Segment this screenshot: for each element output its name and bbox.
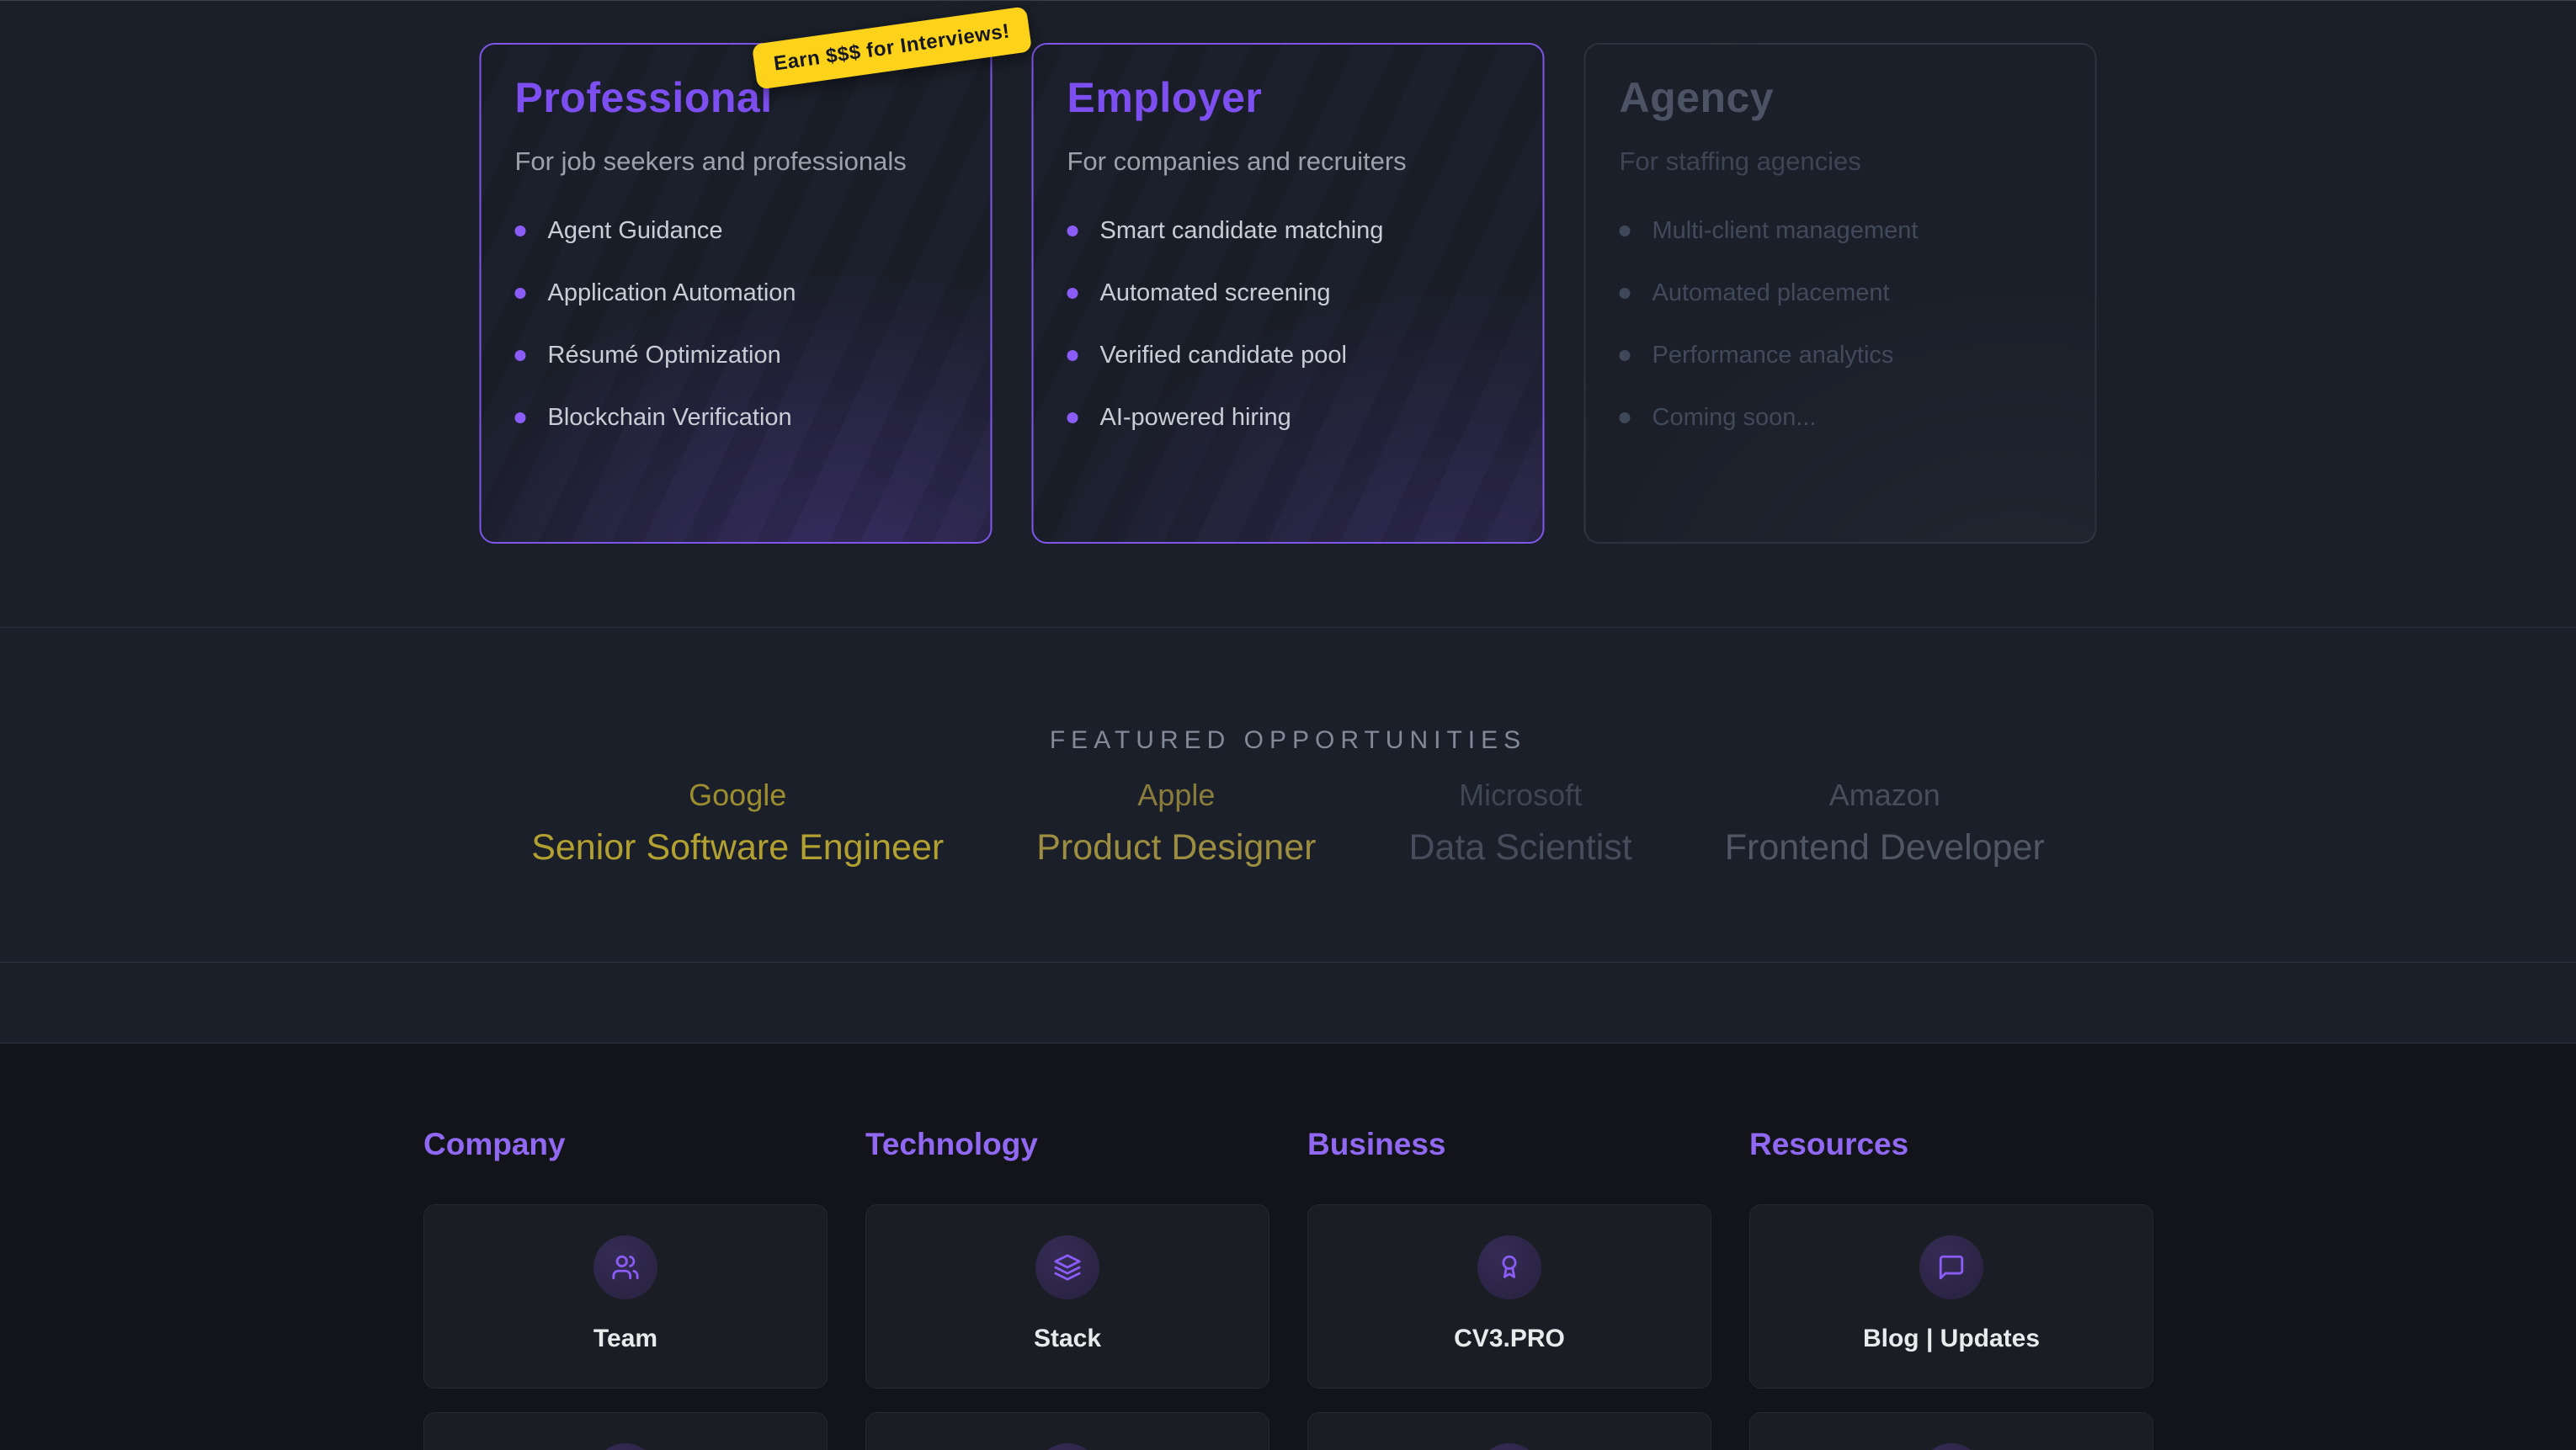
bullet-icon [515,412,526,423]
footer-card-hidden[interactable] [1307,1412,1711,1450]
feature-list: Multi-client management Automated placem… [1620,199,2062,449]
feature-text: Automated placement [1653,279,1890,307]
section-divider [0,627,2576,628]
footer-card-label: CV3.PRO [1454,1325,1565,1353]
footer-card-blog[interactable]: Blog | Updates [1749,1204,2153,1389]
hidden-icon [1035,1443,1099,1450]
bullet-icon [1067,412,1078,423]
featured-heading: FEATURED OPPORTUNITIES [0,725,2576,756]
award-icon [1477,1235,1541,1299]
job-title: Product Designer [1036,824,1316,871]
bullet-icon [515,226,526,236]
job-title: Senior Software Engineer [531,824,944,871]
footer-column-business: Business CV3.PRO [1307,1126,1711,1450]
pricing-cards-row: Professional For job seekers and profess… [480,43,2097,544]
feature-item: Multi-client management [1620,199,2062,262]
feature-item: Smart candidate matching [1067,199,1509,262]
bullet-icon [1067,350,1078,361]
footer-column-heading: Company [423,1126,828,1163]
feature-item: Application Automation [515,262,957,324]
footer-column-resources: Resources Blog | Updates [1749,1126,2153,1450]
feature-item: Automated screening [1067,262,1509,324]
footer-card-hidden[interactable] [1749,1412,2153,1450]
feature-item: Résumé Optimization [515,324,957,386]
job-title: Frontend Developer [1725,824,2045,871]
footer-card-hidden[interactable] [865,1412,1269,1450]
card-subtitle: For companies and recruiters [1067,144,1509,179]
feature-item: Performance analytics [1620,324,2062,386]
job-item-amazon[interactable]: Amazon Frontend Developer [1725,777,2045,871]
feature-list: Agent Guidance Application Automation Ré… [515,199,957,449]
job-title: Data Scientist [1408,824,1631,871]
footer-column-heading: Resources [1749,1126,2153,1163]
bullet-icon [515,288,526,299]
bullet-icon [1620,288,1631,299]
footer-column-heading: Technology [865,1126,1269,1163]
footer-card-hidden[interactable] [423,1412,828,1450]
feature-item: Blockchain Verification [515,386,957,449]
feature-text: Coming soon... [1653,404,1817,432]
job-item-apple[interactable]: Apple Product Designer [1036,777,1316,871]
job-company: Amazon [1725,777,2045,814]
hidden-icon [1477,1443,1541,1450]
feature-item: Automated placement [1620,262,2062,324]
footer-column-company: Company Team [423,1126,828,1450]
bullet-icon [515,350,526,361]
pricing-card-agency: Agency For staffing agencies Multi-clien… [1584,43,2097,544]
job-item-microsoft[interactable]: Microsoft Data Scientist [1408,777,1631,871]
users-icon [593,1235,657,1299]
feature-list: Smart candidate matching Automated scree… [1067,199,1509,449]
section-divider [0,962,2576,963]
feature-text: Automated screening [1100,279,1331,307]
feature-text: Smart candidate matching [1100,217,1384,245]
feature-item: Agent Guidance [515,199,957,262]
footer-card-label: Blog | Updates [1863,1325,2040,1353]
footer-card-team[interactable]: Team [423,1204,828,1389]
card-title: Agency [1620,73,2062,122]
footer-column-technology: Technology Stack [865,1126,1269,1450]
footer-grid: Company Team Technology Stack [423,1126,2153,1450]
bullet-icon [1067,288,1078,299]
footer-card-label: Stack [1034,1325,1101,1353]
bullet-icon [1067,226,1078,236]
feature-text: Agent Guidance [548,217,723,245]
footer: Company Team Technology Stack [0,1043,2576,1450]
feature-text: Blockchain Verification [548,404,792,432]
footer-card-label: Team [593,1325,657,1353]
footer-card-cv3pro[interactable]: CV3.PRO [1307,1204,1711,1389]
job-company: Microsoft [1408,777,1631,814]
bullet-icon [1620,412,1631,423]
layers-icon [1035,1235,1099,1299]
bullet-icon [1620,350,1631,361]
job-company: Google [531,777,944,814]
card-subtitle: For job seekers and professionals [515,144,957,179]
feature-text: Verified candidate pool [1100,342,1347,369]
job-company: Apple [1036,777,1316,814]
feature-text: Résumé Optimization [548,342,781,369]
feature-item: Coming soon... [1620,386,2062,449]
pricing-card-professional[interactable]: Professional For job seekers and profess… [480,43,993,544]
hidden-icon [593,1443,657,1450]
feature-text: Multi-client management [1653,217,1919,245]
featured-jobs-carousel: Google Senior Software Engineer Apple Pr… [531,777,2045,871]
footer-column-heading: Business [1307,1126,1711,1163]
landing-page: Professional For job seekers and profess… [0,0,2576,1450]
top-divider [0,0,2576,1]
feature-item: Verified candidate pool [1067,324,1509,386]
card-subtitle: For staffing agencies [1620,144,2062,179]
feature-text: Performance analytics [1653,342,1894,369]
feature-text: AI-powered hiring [1100,404,1291,432]
feature-text: Application Automation [548,279,796,307]
pricing-card-employer[interactable]: Employer For companies and recruiters Sm… [1032,43,1545,544]
hidden-icon [1919,1443,1983,1450]
bullet-icon [1620,226,1631,236]
feature-item: AI-powered hiring [1067,386,1509,449]
card-title: Employer [1067,73,1509,122]
card-title: Professional [515,73,957,122]
chat-icon [1919,1235,1983,1299]
footer-card-stack[interactable]: Stack [865,1204,1269,1389]
job-item-google[interactable]: Google Senior Software Engineer [531,777,944,871]
